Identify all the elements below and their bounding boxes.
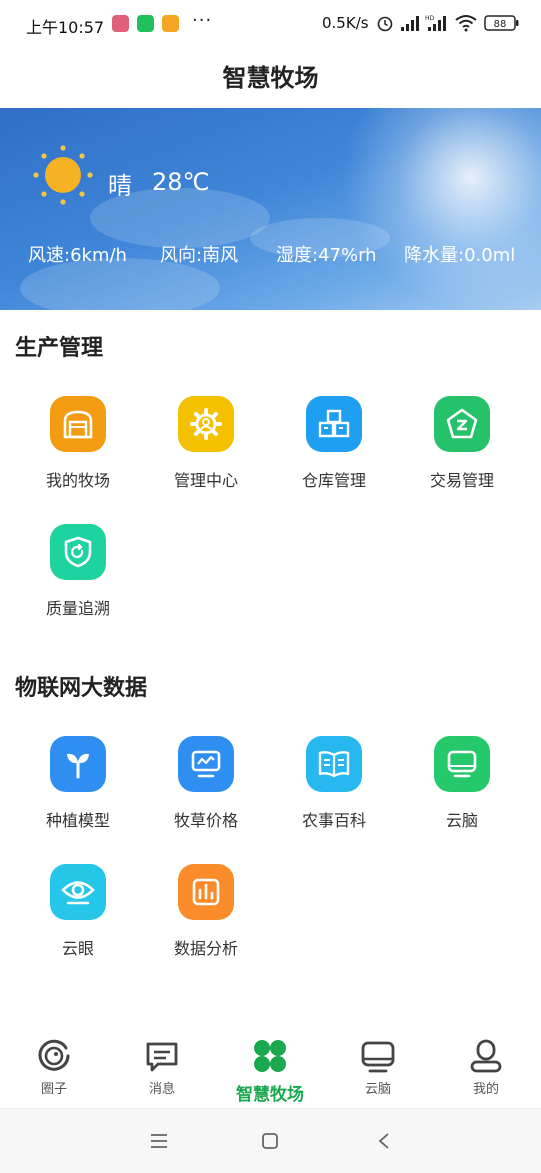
nav-label: 圈子 [40, 1082, 67, 1097]
tile-management-center[interactable]: 管理中心 [151, 396, 261, 491]
status-bar: 上午10:57 ··· 0.5K/s HD 88 [0, 0, 541, 48]
svg-text:HD: HD [425, 15, 435, 22]
bar-chart-icon [178, 864, 234, 920]
tile-label: 云脑 [445, 811, 478, 830]
tile-label: 种植模型 [45, 811, 110, 830]
tile-label: 我的牧场 [45, 471, 110, 490]
barn-icon [50, 396, 106, 452]
section-title-production: 生产管理 [15, 336, 104, 361]
tile-cloud-brain[interactable]: 云脑 [407, 736, 517, 831]
wind-direction: 风向:南风 [160, 245, 239, 266]
boxes-icon [306, 396, 362, 452]
nav-cloud-brain[interactable]: 云脑 [324, 1030, 432, 1097]
nav-label: 云脑 [364, 1082, 391, 1097]
signal-hd-icon: HD [425, 15, 446, 31]
wifi-icon [455, 15, 477, 32]
bottom-nav: 圈子 消息 智慧牧场 云脑 我的 [0, 1030, 541, 1108]
tile-label: 仓库管理 [301, 471, 366, 490]
tile-label: 农事百科 [301, 811, 366, 830]
tile-data-analysis[interactable]: 数据分析 [151, 864, 261, 959]
sunny-icon [33, 145, 93, 205]
wechat-icon [137, 15, 154, 32]
tile-forage-price[interactable]: 牧草价格 [151, 736, 261, 831]
nav-smart-ranch[interactable]: 智慧牧场 [216, 1030, 324, 1105]
tile-label: 管理中心 [173, 471, 238, 490]
battery-icon: 88 [484, 15, 519, 31]
monitor-icon [324, 1030, 432, 1074]
nav-label: 我的 [472, 1082, 499, 1097]
clover-icon [216, 1030, 324, 1074]
nav-mine[interactable]: 我的 [432, 1030, 540, 1097]
weather-banner: 晴 28℃ 风速:6km/h 风向:南风 湿度:47%rh 降水量:0.0ml [0, 108, 541, 310]
app-notification-icon [112, 15, 129, 32]
more-notifications-icon: ··· [192, 10, 213, 31]
tile-label: 云眼 [61, 939, 94, 958]
menu-icon[interactable] [150, 1133, 168, 1149]
tile-planting-model[interactable]: 种植模型 [23, 736, 133, 831]
trade-icon [434, 396, 490, 452]
tile-quality-trace[interactable]: 质量追溯 [23, 524, 133, 619]
nav-messages[interactable]: 消息 [108, 1030, 216, 1097]
precipitation: 降水量:0.0ml [404, 245, 516, 266]
wind-speed: 风速:6km/h [28, 245, 127, 266]
tile-cloud-eye[interactable]: 云眼 [23, 864, 133, 959]
alarm-icon [377, 16, 393, 32]
message-icon [108, 1030, 216, 1074]
tile-label: 牧草价格 [173, 811, 238, 830]
gear-icon [178, 396, 234, 452]
nav-circle[interactable]: 圈子 [0, 1030, 108, 1097]
tile-my-ranch[interactable]: 我的牧场 [23, 396, 133, 491]
tile-farming-encyclopedia[interactable]: 农事百科 [279, 736, 389, 831]
page-title: 智慧牧场 [222, 64, 319, 92]
eye-icon [50, 864, 106, 920]
svg-text:88: 88 [494, 19, 507, 30]
tile-label: 交易管理 [429, 471, 494, 490]
home-icon[interactable] [261, 1132, 279, 1150]
weather-temperature: 28℃ [152, 168, 210, 196]
network-speed: 0.5K/s [322, 14, 369, 32]
tile-label: 数据分析 [173, 939, 238, 958]
nav-label: 消息 [148, 1082, 175, 1097]
monitor-icon [434, 736, 490, 792]
sprout-icon [50, 736, 106, 792]
tile-warehouse[interactable]: 仓库管理 [279, 396, 389, 491]
signal-icon [401, 16, 419, 31]
nav-label: 智慧牧场 [236, 1085, 304, 1105]
status-time: 上午10:57 [26, 18, 105, 37]
section-title-iot: 物联网大数据 [15, 676, 148, 701]
back-icon[interactable] [377, 1132, 391, 1150]
tile-trade[interactable]: 交易管理 [407, 396, 517, 491]
circle-face-icon [0, 1030, 108, 1074]
tile-label: 质量追溯 [45, 599, 110, 618]
notes-icon [162, 15, 179, 32]
user-icon [432, 1030, 540, 1074]
book-icon [306, 736, 362, 792]
system-nav-bar [0, 1108, 541, 1173]
chart-monitor-icon [178, 736, 234, 792]
weather-condition: 晴 [108, 172, 132, 200]
shield-icon [50, 524, 106, 580]
humidity: 湿度:47%rh [276, 245, 377, 266]
